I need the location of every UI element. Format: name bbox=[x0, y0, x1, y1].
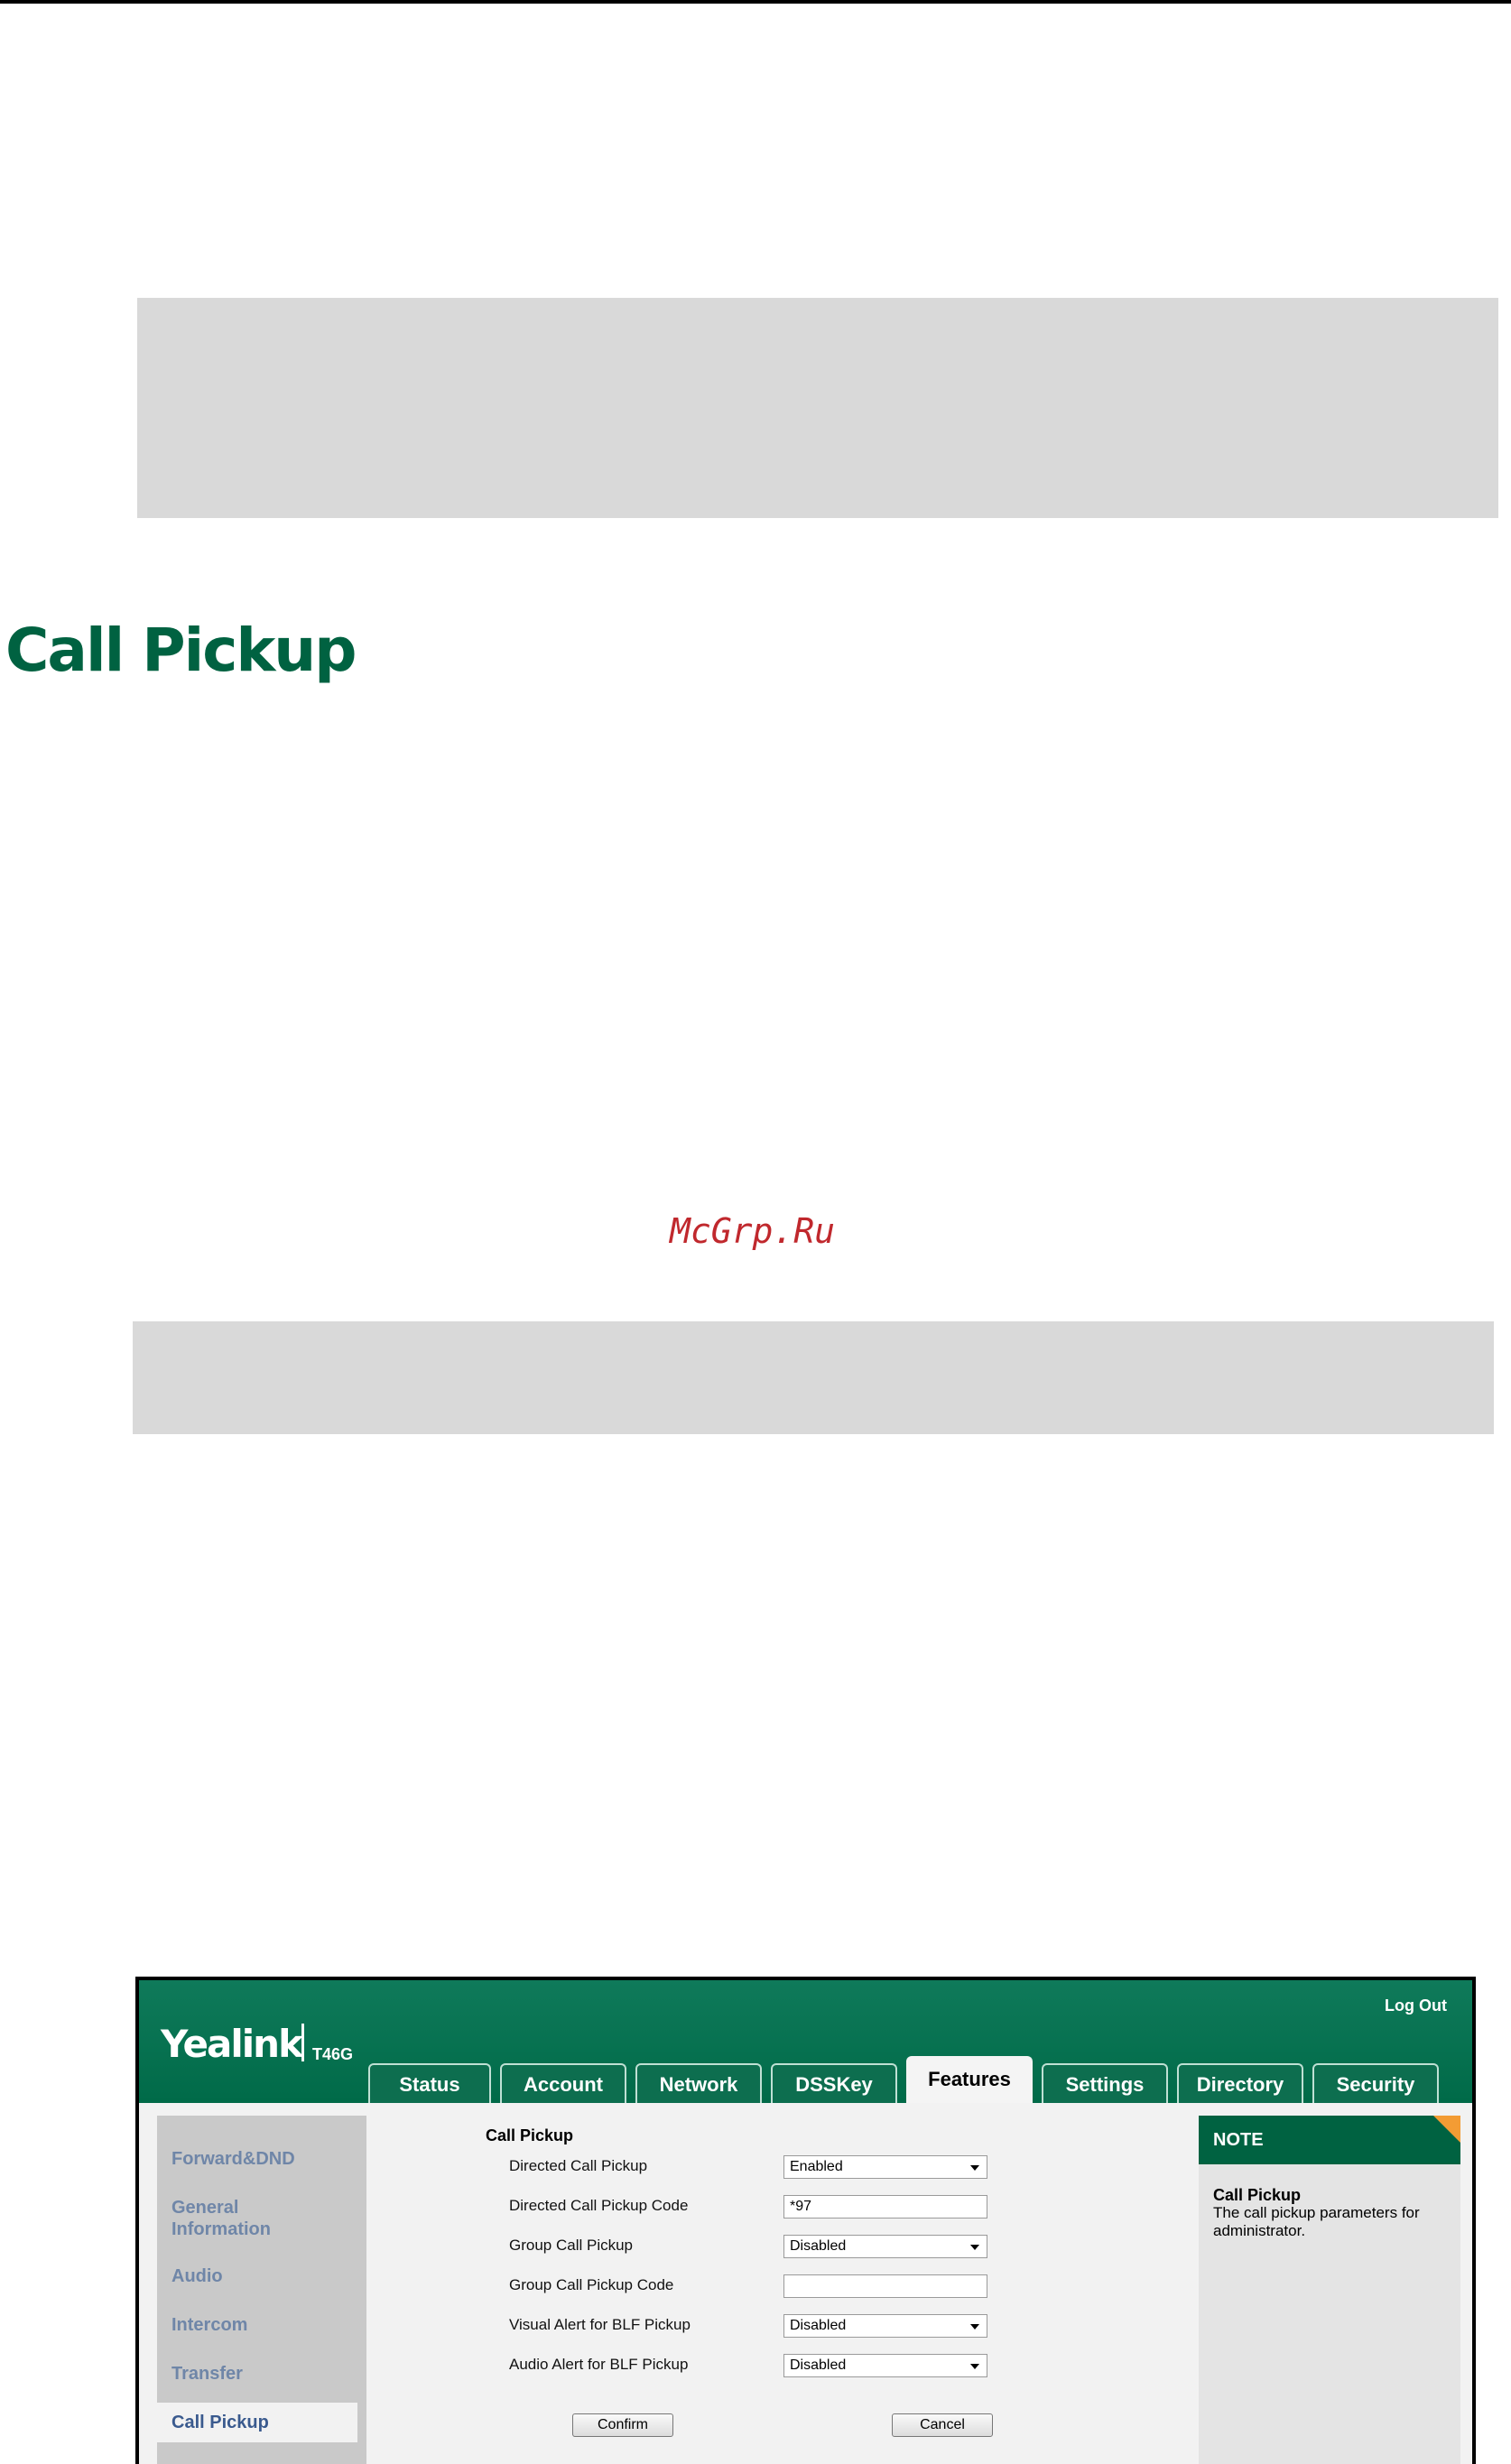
field-label-group-call-pickup-code: Group Call Pickup Code bbox=[509, 2276, 674, 2293]
dropdown-arrow-icon bbox=[970, 2245, 979, 2250]
sidebar-item-general-information[interactable]: General Information bbox=[171, 2197, 343, 2240]
visual-alert-blf-select[interactable]: Disabled bbox=[783, 2314, 987, 2338]
sidebar-item-intercom[interactable]: Intercom bbox=[171, 2314, 343, 2336]
dropdown-arrow-icon bbox=[970, 2324, 979, 2330]
tab-account[interactable]: Account bbox=[500, 2063, 626, 2103]
tab-features[interactable]: Features bbox=[906, 2056, 1033, 2105]
dropdown-arrow-icon bbox=[970, 2165, 979, 2171]
logout-link[interactable]: Log Out bbox=[1385, 1996, 1447, 2015]
top-rule bbox=[0, 0, 1511, 4]
field-label-audio-alert-blf: Audio Alert for BLF Pickup bbox=[509, 2356, 689, 2373]
select-value: Disabled bbox=[790, 2318, 847, 2333]
tab-security[interactable]: Security bbox=[1312, 2063, 1439, 2103]
watermark: McGrp.Ru bbox=[670, 1211, 836, 1251]
web-ui-body: Forward&DND General Information Audio In… bbox=[139, 2103, 1472, 2464]
group-call-pickup-code-input[interactable] bbox=[783, 2274, 987, 2298]
group-call-pickup-select[interactable]: Disabled bbox=[783, 2235, 987, 2258]
sidebar-item-transfer[interactable]: Transfer bbox=[171, 2363, 343, 2385]
logo-separator bbox=[301, 2024, 304, 2061]
note-title: Call Pickup bbox=[1213, 2186, 1302, 2204]
cancel-button[interactable]: Cancel bbox=[892, 2413, 993, 2437]
field-label-visual-alert-blf: Visual Alert for BLF Pickup bbox=[509, 2316, 691, 2333]
yealink-logo: Yealink bbox=[161, 2022, 303, 2066]
directed-call-pickup-code-input[interactable]: *97 bbox=[783, 2195, 987, 2219]
web-ui-header: Yealink T46G Log Out Status Account Netw… bbox=[139, 1980, 1472, 2105]
note-band-middle bbox=[133, 1321, 1494, 1434]
tab-dsskey[interactable]: DSSKey bbox=[771, 2063, 897, 2103]
sidebar-item-call-pickup[interactable]: Call Pickup bbox=[157, 2403, 357, 2442]
tab-settings[interactable]: Settings bbox=[1042, 2063, 1168, 2103]
field-label-directed-call-pickup-code: Directed Call Pickup Code bbox=[509, 2197, 689, 2214]
dropdown-arrow-icon bbox=[970, 2364, 979, 2369]
field-label-group-call-pickup: Group Call Pickup bbox=[509, 2237, 634, 2254]
select-value: Disabled bbox=[790, 2238, 847, 2254]
note-corner-icon bbox=[1433, 2116, 1460, 2143]
sidebar-item-forward-dnd[interactable]: Forward&DND bbox=[171, 2148, 343, 2170]
note-band-top bbox=[137, 298, 1498, 518]
note-text: The call pickup parameters for administr… bbox=[1213, 2204, 1420, 2239]
tab-network[interactable]: Network bbox=[635, 2063, 762, 2103]
note-header: NOTE bbox=[1199, 2116, 1460, 2164]
section-heading: Call Pickup bbox=[5, 616, 357, 685]
tab-directory[interactable]: Directory bbox=[1177, 2063, 1303, 2103]
audio-alert-blf-select[interactable]: Disabled bbox=[783, 2354, 987, 2377]
model-label: T46G bbox=[312, 2045, 354, 2063]
web-ui-screenshot: Yealink T46G Log Out Status Account Netw… bbox=[135, 1977, 1476, 2464]
select-value: Disabled bbox=[790, 2357, 847, 2373]
tab-status[interactable]: Status bbox=[368, 2063, 491, 2103]
sidebar-item-audio[interactable]: Audio bbox=[171, 2265, 343, 2287]
select-value: Enabled bbox=[790, 2159, 843, 2174]
field-label-directed-call-pickup: Directed Call Pickup bbox=[509, 2157, 648, 2174]
directed-call-pickup-select[interactable]: Enabled bbox=[783, 2155, 987, 2179]
form-title: Call Pickup bbox=[486, 2126, 574, 2144]
confirm-button[interactable]: Confirm bbox=[572, 2413, 673, 2437]
note-panel: NOTE Call Pickup The call pickup paramet… bbox=[1199, 2116, 1460, 2464]
